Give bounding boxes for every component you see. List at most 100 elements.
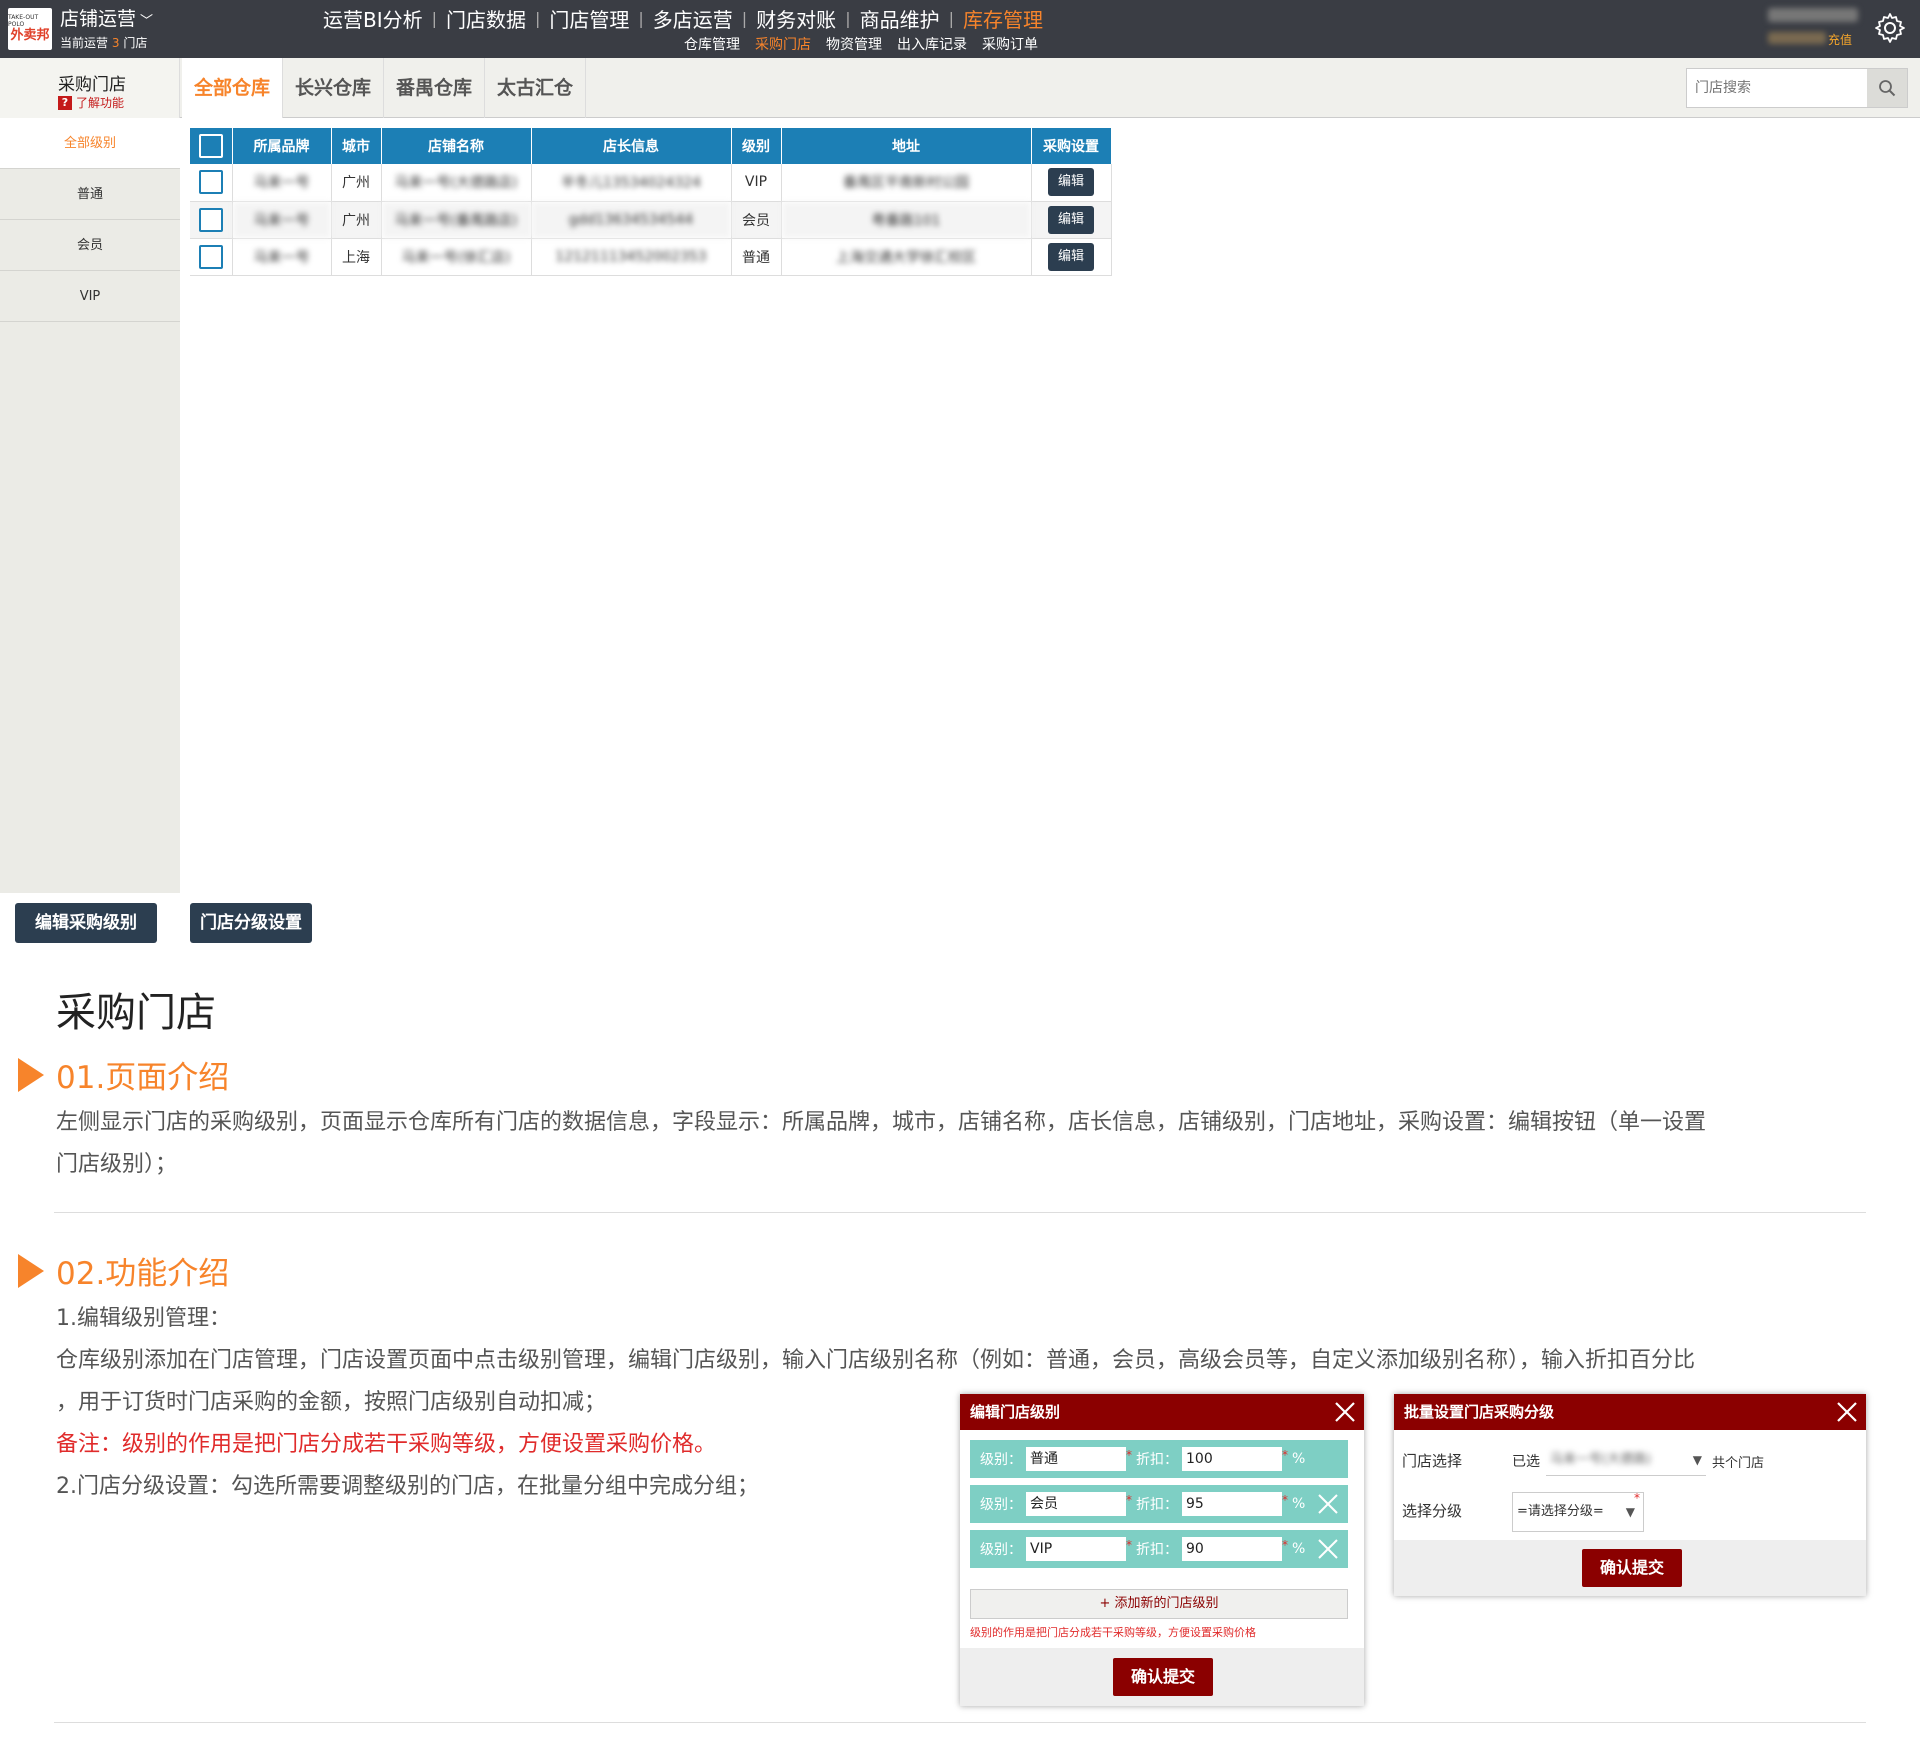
edit-button[interactable]: 编辑 xyxy=(1048,242,1094,271)
subnav-materials[interactable]: 物资管理 xyxy=(826,34,882,54)
chevron-down-icon: ﹀ xyxy=(140,14,154,29)
section-2-line-2: 仓库级别添加在门店管理，门店设置页面中点击级别管理，编辑门店级别，输入门店级别名… xyxy=(56,1348,1696,1373)
col-store-name: 店铺名称 xyxy=(381,128,532,164)
gear-icon[interactable] xyxy=(1874,12,1906,44)
question-icon: ? xyxy=(58,95,72,110)
cell-manager: gdd13634534544 xyxy=(531,201,732,239)
discount-input[interactable]: 100 * xyxy=(1182,1447,1288,1471)
section-1-line-1: 左侧显示门店的采购级别，页面显示仓库所有门店的数据信息，字段显示：所属品牌，城市… xyxy=(56,1110,1707,1135)
row-checkbox[interactable] xyxy=(198,207,223,232)
cell-store-name: 马来一号(番禺路店) xyxy=(381,201,532,239)
cell-brand: 马来一号 xyxy=(232,238,332,276)
table-header-row: 所属品牌 城市 店铺名称 店长信息 级别 地址 采购设置 xyxy=(190,128,1112,164)
store-group-setting-button[interactable]: 门店分级设置 xyxy=(190,903,312,943)
level-name-input[interactable]: 普通 * xyxy=(1026,1447,1132,1471)
nav-store-data[interactable]: 门店数据 xyxy=(437,4,535,33)
search-input[interactable] xyxy=(1687,69,1867,107)
sidebar-item-normal[interactable]: 普通 xyxy=(0,169,180,220)
add-level-button[interactable]: + 添加新的门店级别 xyxy=(970,1589,1348,1619)
subnav-io-records[interactable]: 出入库记录 xyxy=(897,34,967,54)
triangle-icon xyxy=(18,1253,44,1288)
row-checkbox[interactable] xyxy=(198,244,223,269)
submit-button[interactable]: 确认提交 xyxy=(1113,1658,1214,1696)
col-address: 地址 xyxy=(781,128,1032,164)
col-purchase-setting: 采购设置 xyxy=(1031,128,1112,164)
level-select-label: 选择分级 xyxy=(1402,1502,1463,1520)
page-label: 采购门店 ? 了解功能 xyxy=(0,58,180,118)
close-icon[interactable] xyxy=(1332,1399,1358,1425)
tab-changxing[interactable]: 长兴仓库 xyxy=(283,58,385,118)
stores-table: 所属品牌 城市 店铺名称 店长信息 级别 地址 采购设置 马来一号 广州 马来一… xyxy=(190,128,1112,276)
nav-store-manage[interactable]: 门店管理 xyxy=(540,4,638,33)
level-row: 级别： 普通 * 折扣： 100 * % xyxy=(970,1440,1348,1478)
page-title: 采购门店 xyxy=(58,75,126,95)
account-name-blurred xyxy=(1768,8,1858,22)
triangle-icon xyxy=(18,1057,44,1092)
delete-icon[interactable] xyxy=(1315,1491,1341,1517)
submit-button[interactable]: 确认提交 xyxy=(1582,1549,1683,1587)
select-all-checkbox[interactable] xyxy=(198,134,223,158)
edit-level-modal: 编辑门店级别 级别： 普通 * 折扣： 100 * % 级别： 会员 * 折扣： 95… xyxy=(960,1394,1364,1706)
nav-bi[interactable]: 运营BI分析 xyxy=(314,4,432,33)
table-row: 马来一号 广州 马来一号(番禺路店) gdd13634534544 会员 粤番路… xyxy=(190,201,1112,239)
sidebar-item-member[interactable]: 会员 xyxy=(0,220,180,271)
search-button[interactable] xyxy=(1867,69,1907,107)
level-name-input[interactable]: 会员 * xyxy=(1026,1492,1132,1516)
level-sidebar: 全部级别 普通 会员 VIP xyxy=(0,118,180,893)
cell-level: VIP xyxy=(731,164,782,202)
cell-manager: 半冬儿13534024324 xyxy=(531,164,732,202)
modal-header: 编辑门店级别 xyxy=(960,1394,1364,1430)
store-ops-dropdown[interactable]: 店铺运营 ﹀ xyxy=(60,4,153,31)
sidebar-item-all-levels[interactable]: 全部级别 xyxy=(0,118,180,169)
modal-note: 级别的作用是把门店分成若干采购等级，方便设置采购价格 xyxy=(970,1626,1256,1639)
section-1-title: 01.页面介绍 xyxy=(18,1052,229,1097)
tab-panyu[interactable]: 番禺仓库 xyxy=(384,58,486,118)
col-brand: 所属品牌 xyxy=(232,128,332,164)
level-row: 级别： VIP * 折扣： 90 * % xyxy=(970,1530,1348,1568)
cell-address: 粤番路101 xyxy=(781,201,1032,239)
level-select-dropdown[interactable]: =请选择分级= ▼ * xyxy=(1512,1491,1644,1532)
tab-taikoo[interactable]: 太古汇仓 xyxy=(485,58,587,118)
cell-address: 上海交通大学徐汇校区 xyxy=(781,238,1032,276)
cell-brand: 马来一号 xyxy=(232,164,332,202)
cell-store-name: 马来一号(徐汇店) xyxy=(381,238,532,276)
col-level: 级别 xyxy=(731,128,782,164)
nav-inventory[interactable]: 库存管理 xyxy=(954,4,1052,33)
store-search xyxy=(1686,68,1908,108)
store-select-dropdown[interactable]: 马来一号(大德路) ▼ xyxy=(1546,1446,1706,1476)
level-name-input[interactable]: VIP * xyxy=(1026,1537,1132,1561)
edit-button[interactable]: 编辑 xyxy=(1048,168,1094,197)
section-2-line-4: 2.门店分级设置：勾选所需要调整级别的门店，在批量分组中完成分组； xyxy=(56,1474,759,1499)
discount-input[interactable]: 95 * xyxy=(1182,1492,1288,1516)
sub-nav: 仓库管理 采购门店 物资管理 出入库记录 采购订单 xyxy=(684,34,1053,54)
section-1-line-2: 门店级别）； xyxy=(56,1152,178,1177)
sidebar-item-vip[interactable]: VIP xyxy=(0,271,180,322)
search-icon xyxy=(1879,80,1896,97)
cell-address: 番禺区平南新村公园 xyxy=(781,164,1032,202)
nav-finance[interactable]: 财务对账 xyxy=(747,4,845,33)
warehouse-tabs-row: 采购门店 ? 了解功能 全部仓库 长兴仓库 番禺仓库 太古汇仓 xyxy=(0,58,1920,118)
current-stores-count: 当前运营 3 门店 xyxy=(60,36,148,50)
section-2-note: 备注：级别的作用是把门店分成若干采购等级，方便设置采购价格。 xyxy=(56,1432,717,1457)
edit-purchase-level-button[interactable]: 编辑采购级别 xyxy=(15,903,157,943)
help-link[interactable]: ? 了解功能 xyxy=(58,94,124,111)
cell-city: 广州 xyxy=(331,201,382,239)
subnav-warehouse[interactable]: 仓库管理 xyxy=(684,34,740,54)
close-icon[interactable] xyxy=(1834,1399,1860,1425)
section-2-line-3: ，用于订货时门店采购的金额，按照门店级别自动扣减； xyxy=(56,1390,607,1415)
delete-icon[interactable] xyxy=(1315,1536,1341,1562)
brand-logo[interactable]: TAKE-OUT POLO 外卖邦 xyxy=(8,8,52,50)
level-row: 级别： 会员 * 折扣： 95 * % xyxy=(970,1485,1348,1523)
row-checkbox[interactable] xyxy=(198,170,223,195)
store-select-label: 门店选择 xyxy=(1402,1452,1463,1470)
recharge-link[interactable]: 充值 xyxy=(1828,31,1852,48)
batch-level-modal: 批量设置门店采购分级 门店选择 已选 马来一号(大德路) ▼ 共个门店 选择分级… xyxy=(1394,1394,1866,1596)
nav-multi-store[interactable]: 多店运营 xyxy=(644,4,742,33)
tab-all-warehouses[interactable]: 全部仓库 xyxy=(182,58,284,118)
discount-input[interactable]: 90 * xyxy=(1182,1537,1288,1561)
subnav-purchase-orders[interactable]: 采购订单 xyxy=(982,34,1038,54)
main-nav: 运营BI分析 | 门店数据 | 门店管理 | 多店运营 | 财务对账 | 商品维护 | 库存… xyxy=(314,4,1052,33)
nav-products[interactable]: 商品维护 xyxy=(851,4,949,33)
subnav-purchase-stores[interactable]: 采购门店 xyxy=(755,34,811,54)
edit-button[interactable]: 编辑 xyxy=(1048,205,1094,234)
